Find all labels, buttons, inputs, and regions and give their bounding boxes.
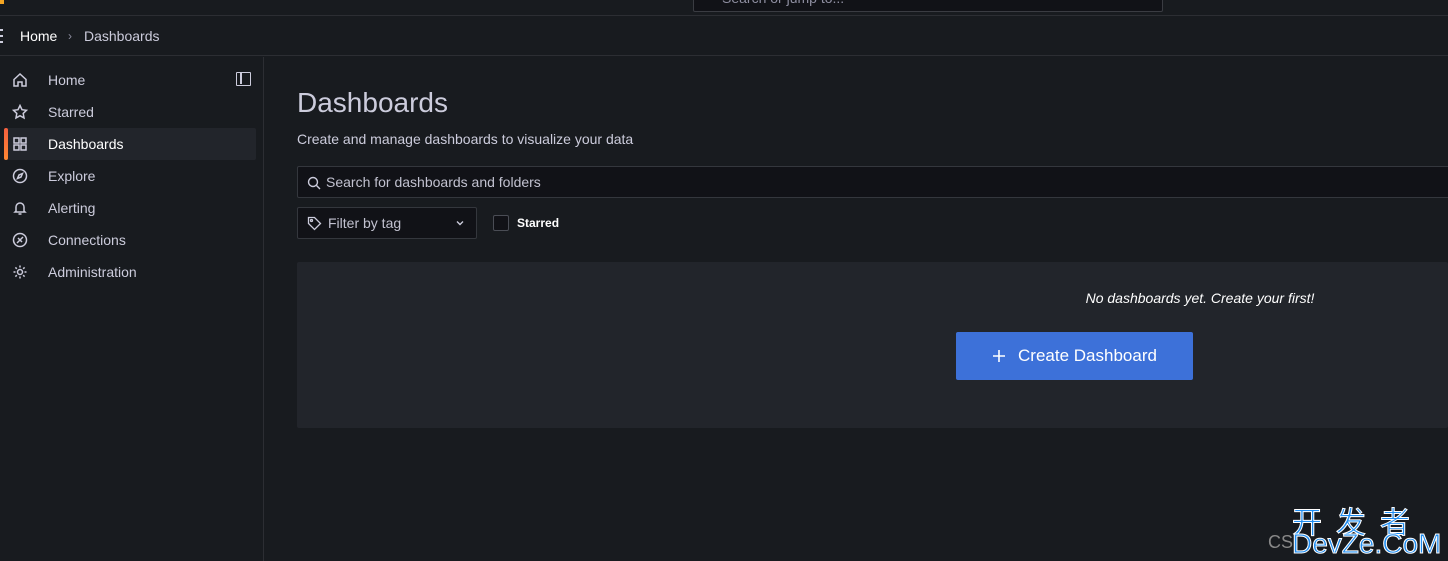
filter-tag-label: Filter by tag xyxy=(328,215,402,231)
sidebar-item-alerting[interactable]: Alerting xyxy=(4,192,256,224)
chevron-right-icon: › xyxy=(68,28,72,43)
sidebar-item-label: Home xyxy=(48,72,86,88)
starred-checkbox-label[interactable]: Starred xyxy=(517,216,559,230)
search-placeholder: Search for dashboards and folders xyxy=(326,174,541,190)
sidebar-item-label: Connections xyxy=(48,232,126,248)
sidebar-item-label: Starred xyxy=(48,104,94,120)
watermark: CS 开发者 DevZe.CoM xyxy=(1268,498,1448,561)
compass-icon xyxy=(12,168,28,184)
breadcrumb: Home › Dashboards xyxy=(0,16,1448,56)
grafana-logo[interactable] xyxy=(0,0,4,4)
top-bar: Search or jump to... xyxy=(0,0,1448,16)
sidebar-item-label: Dashboards xyxy=(48,136,124,152)
watermark-prefix: CS xyxy=(1268,532,1294,552)
sidebar-item-label: Administration xyxy=(48,264,137,280)
top-search-input[interactable]: Search or jump to... xyxy=(693,0,1163,12)
starred-checkbox[interactable] xyxy=(493,215,509,231)
apps-icon xyxy=(13,137,27,151)
chevron-down-icon xyxy=(456,221,464,226)
home-icon xyxy=(13,72,27,87)
search-icon xyxy=(307,176,321,190)
dock-menu-icon[interactable] xyxy=(236,72,251,86)
star-icon xyxy=(12,104,28,120)
empty-state: No dashboards yet. Create your first! Cr… xyxy=(297,262,1448,428)
gear-icon xyxy=(13,265,27,279)
connections-icon xyxy=(12,232,28,248)
sidebar-item-home[interactable]: Home xyxy=(4,64,256,96)
sidebar-item-administration[interactable]: Administration xyxy=(4,256,256,288)
tag-icon xyxy=(307,216,322,231)
page-subtitle: Create and manage dashboards to visualiz… xyxy=(297,131,634,147)
page-title: Dashboards xyxy=(297,87,448,118)
filter-by-tag-select[interactable]: Filter by tag xyxy=(297,207,477,239)
sidebar-item-connections[interactable]: Connections xyxy=(4,224,256,256)
sidebar: Home Starred Dashboards Explore Alerting… xyxy=(0,57,264,561)
sidebar-item-dashboards[interactable]: Dashboards xyxy=(4,128,256,160)
create-dashboard-button[interactable]: Create Dashboard xyxy=(956,332,1193,380)
dashboard-search-input[interactable]: Search for dashboards and folders xyxy=(297,166,1448,198)
breadcrumb-home[interactable]: Home xyxy=(20,28,57,44)
empty-message: No dashboards yet. Create your first! xyxy=(1085,290,1315,306)
sidebar-item-label: Alerting xyxy=(48,200,96,216)
bell-icon xyxy=(13,202,27,215)
sidebar-item-label: Explore xyxy=(48,168,96,184)
watermark-en: DevZe.CoM xyxy=(1291,528,1442,560)
sidebar-item-starred[interactable]: Starred xyxy=(4,96,256,128)
breadcrumb-current: Dashboards xyxy=(84,27,160,44)
create-dashboard-label: Create Dashboard xyxy=(1018,346,1157,365)
menu-icon[interactable] xyxy=(0,29,3,43)
sidebar-item-explore[interactable]: Explore xyxy=(4,160,256,192)
plus-icon xyxy=(993,350,1006,362)
